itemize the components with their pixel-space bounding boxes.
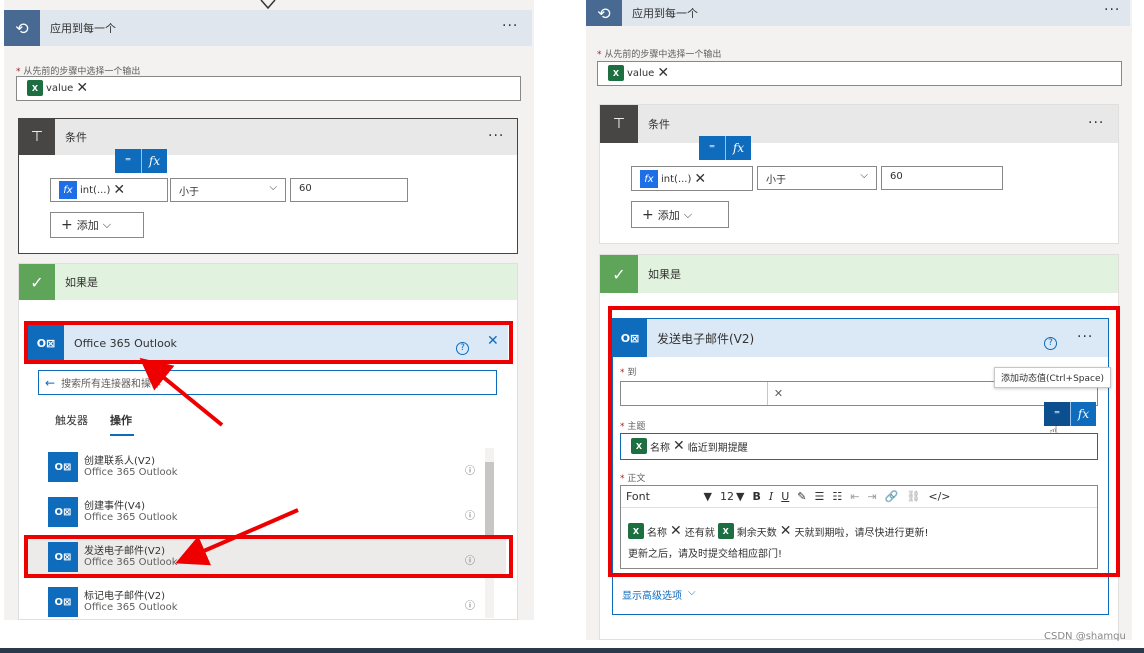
watermark: CSDN @shamqu xyxy=(1044,631,1126,642)
plus-icon: + xyxy=(642,206,654,223)
expression-icon[interactable]: fx xyxy=(725,136,751,160)
check-icon: ✓ xyxy=(600,255,638,293)
loop-icon: ⟲ xyxy=(586,0,622,26)
chevron-down-icon: ⌵ xyxy=(860,170,868,181)
highlight-box xyxy=(608,306,1120,577)
chevron-down-icon: ⌵ xyxy=(683,207,693,221)
bottom-bar xyxy=(0,648,1144,653)
if-yes-title: 如果是 xyxy=(648,268,681,281)
advanced-options-link[interactable]: 显示高级选项 ⌵ xyxy=(622,587,696,602)
condition-title: 条件 xyxy=(648,118,670,131)
if-yes-header[interactable]: ✓ 如果是 xyxy=(600,255,1118,293)
select-output-label: * 从先前的步骤中选择一个输出 xyxy=(597,50,722,60)
condition-icon: ⊤ xyxy=(600,105,638,143)
more-options-icon[interactable]: ··· xyxy=(1104,2,1120,18)
apply-each-header[interactable]: ⟲ 应用到每一个 xyxy=(586,0,1130,26)
expression-token-icon: fx xyxy=(640,170,658,188)
condition-header[interactable]: ⊤ 条件 xyxy=(600,105,1118,143)
select-output-field[interactable]: Xvalue ✕ xyxy=(597,61,1122,86)
condition-left-operand[interactable]: fx int(...) ✕ xyxy=(631,166,753,191)
chevron-down-icon: ⌵ xyxy=(688,587,696,598)
remove-token-icon[interactable]: ✕ xyxy=(657,66,669,80)
red-arrows xyxy=(139,357,299,566)
condition-value-input[interactable]: 60 xyxy=(881,166,1003,190)
apply-each-title: 应用到每一个 xyxy=(632,7,698,20)
arrow-to-send-email xyxy=(175,508,299,566)
more-options-icon[interactable]: ··· xyxy=(1088,115,1104,131)
add-button[interactable]: + 添加 ⌵ xyxy=(631,201,729,228)
excel-icon: X xyxy=(608,65,624,81)
dynamic-content-buttons: ⁼ fx xyxy=(699,136,751,160)
operator-select[interactable]: 小于 ⌵ xyxy=(757,166,877,190)
dynamic-content-icon[interactable]: ⁼ xyxy=(699,136,725,160)
remove-token-icon[interactable]: ✕ xyxy=(694,172,706,186)
arrow-to-connector xyxy=(139,357,224,427)
